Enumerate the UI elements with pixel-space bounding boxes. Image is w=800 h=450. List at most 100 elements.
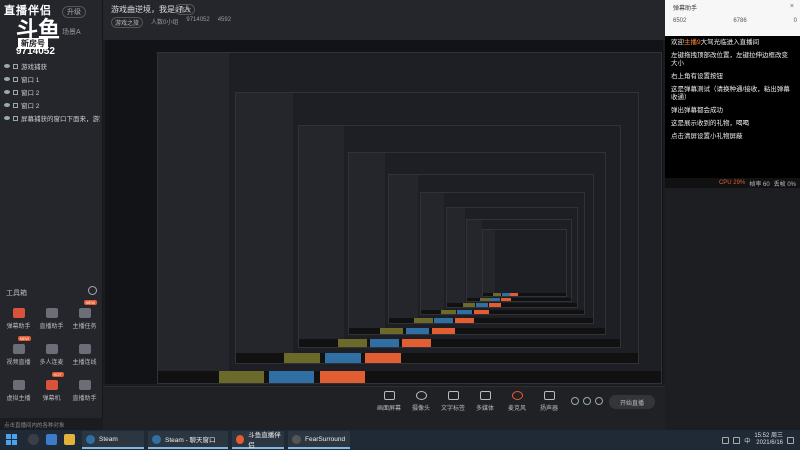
nested-task-item (476, 303, 488, 307)
chat-text: 大驾光临进入直播间 (700, 39, 760, 46)
stream-preview[interactable] (105, 40, 663, 384)
left-panel: 直播伴侣 斗鱼 新房号 9714052 升级 场景A 游戏捕获 窗口 1 窗口 … (0, 0, 103, 430)
record-icon[interactable] (571, 397, 579, 405)
taskbar-item-steam-chat[interactable]: Steam - 聊天窗口 (148, 431, 228, 449)
tool-label: 弹幕助手 (6, 324, 31, 330)
source-item[interactable]: 窗口 2 (4, 99, 100, 111)
refresh-icon[interactable] (583, 397, 591, 405)
tool-label: 虚拟主播 (6, 396, 31, 402)
steam-icon (152, 434, 161, 444)
scene-label[interactable]: 场景A (62, 27, 81, 37)
tool-streamer-link[interactable]: 主播连线 (68, 336, 101, 366)
tool-video-live[interactable]: NEW 视频直播 (2, 336, 35, 366)
edit-title-button[interactable]: 修改 (175, 4, 196, 15)
task-label: 斗鱼直播伴侣 (248, 432, 281, 449)
source-item[interactable]: 游戏捕获 (4, 60, 100, 72)
notification-icon[interactable] (787, 436, 794, 444)
tool-live-assistant[interactable]: 直播助手 (35, 300, 68, 330)
media-button[interactable]: 多媒体 (469, 391, 501, 412)
network-icon[interactable] (722, 436, 730, 444)
lock-icon[interactable] (13, 76, 18, 82)
stream-header: 游戏曲逆境，我是好人 修改 游戏之旅 人数0小组 9714052 4592 (103, 0, 665, 40)
tool-live-assistant-2[interactable]: 直播助手 (68, 372, 101, 402)
settings-icon[interactable] (595, 397, 603, 405)
nested-left-panel (349, 153, 385, 334)
tool-label: 主播连线 (72, 360, 97, 366)
stat-gifts: 0 (793, 18, 797, 24)
eye-icon[interactable] (4, 103, 10, 107)
ctrl-label: 画面屏幕 (376, 406, 401, 412)
nested-task-item (455, 318, 474, 323)
assistant-icon (78, 380, 91, 390)
ctrl-label: 扬声器 (539, 406, 558, 412)
nested-task-item (284, 353, 320, 363)
nested-left-panel (483, 230, 495, 296)
screen-capture-button[interactable]: 画面屏幕 (373, 391, 405, 412)
nested-task-item (402, 339, 431, 347)
chat-text: 欢迎 (671, 39, 684, 46)
danmu-chat[interactable]: 欢迎主播9大驾光临进入直播间 左键拖拽顶部改位置，左键拉伸边框改变大小 右上角有… (665, 36, 800, 186)
lock-icon[interactable] (13, 89, 18, 95)
task-icon (78, 308, 91, 318)
camera-button[interactable]: 摄像头 (405, 391, 437, 412)
perf-status: CPU 29% 帧率 60 丢帧 0% (665, 178, 800, 188)
danmu-icon (12, 308, 25, 318)
video-icon (12, 344, 25, 354)
nested-left-panel (421, 193, 444, 314)
tool-multi-mic[interactable]: 多人连麦 (35, 336, 68, 366)
taskbar-item-fearsurround[interactable]: FearSurround (288, 431, 350, 449)
source-item[interactable]: 屏幕捕获的窗口下面来，游戏 (4, 112, 100, 124)
nested-task-item (474, 310, 489, 314)
folder-icon[interactable] (64, 434, 75, 445)
search-icon[interactable] (28, 434, 39, 445)
source-item[interactable]: 窗口 1 (4, 73, 100, 85)
lock-icon[interactable] (13, 102, 18, 108)
tool-virtual-streamer[interactable]: 虚拟主播 (2, 372, 35, 402)
chat-message: 右上角有设置按钮 (671, 73, 723, 80)
right-panel: 弹幕助手 × 6502 6786 0 欢迎主播9大驾光临进入直播间 左键拖拽顶部… (665, 0, 800, 430)
tool-label: 主播任务 (72, 324, 97, 330)
nested-task-item (457, 310, 472, 314)
cpu-status: CPU 29% (718, 180, 746, 186)
taskbar-item-steam[interactable]: Steam (82, 431, 144, 449)
gear-icon[interactable] (88, 286, 97, 295)
ctrl-label: 多媒体 (475, 406, 494, 412)
text-label-button[interactable]: 文字标签 (437, 391, 469, 412)
nested-taskbar (349, 328, 605, 334)
nested-task-item (320, 371, 365, 383)
tool-danmu-assistant[interactable]: 弹幕助手 (2, 300, 35, 330)
volume-icon[interactable] (733, 436, 741, 444)
source-item[interactable]: 窗口 2 (4, 86, 100, 98)
close-icon[interactable]: × (790, 3, 794, 10)
chat-message: 欢迎主播9大驾光临进入直播间 (665, 36, 800, 49)
source-list: 游戏捕获 窗口 1 窗口 2 窗口 2 屏幕捕获的窗口下面来，游戏 (4, 60, 100, 125)
category-tag[interactable]: 游戏之旅 (111, 17, 144, 28)
nested-left-panel (447, 208, 465, 307)
clock[interactable]: 15:52 周三 2021/6/16 (754, 433, 783, 447)
app-logo: 直播伴侣 斗鱼 新房号 (4, 2, 62, 49)
windows-start-icon[interactable] (6, 434, 17, 445)
mic-group-icon (45, 344, 58, 354)
fps-status: 帧率 60 (749, 181, 770, 188)
eye-icon[interactable] (4, 90, 10, 94)
lock-icon[interactable] (13, 63, 18, 69)
start-live-button[interactable]: 开始直播 (609, 395, 655, 409)
eye-icon[interactable] (4, 64, 10, 68)
tool-danmu-machine[interactable]: HOT 弹幕机 (35, 372, 68, 402)
camera-icon (415, 391, 427, 400)
danmu-machine-icon (45, 380, 58, 390)
eye-icon[interactable] (4, 116, 10, 120)
upgrade-badge[interactable]: 升级 (62, 6, 86, 18)
eye-icon[interactable] (4, 77, 10, 81)
mic-button[interactable]: 麦克风 (501, 391, 533, 412)
speaker-button[interactable]: 扬声器 (533, 391, 565, 412)
fans-count: 人数0小组 (151, 20, 179, 26)
nested-taskbar (389, 318, 593, 323)
input-language[interactable]: 中 (744, 436, 750, 445)
lock-icon[interactable] (13, 115, 18, 121)
tool-streamer-task[interactable]: NEW 主播任务 (68, 300, 101, 330)
edge-icon[interactable] (46, 434, 57, 445)
nested-task-item (406, 328, 429, 334)
nested-task-item (480, 298, 490, 301)
taskbar-item-douyu[interactable]: 斗鱼直播伴侣 (232, 431, 284, 449)
